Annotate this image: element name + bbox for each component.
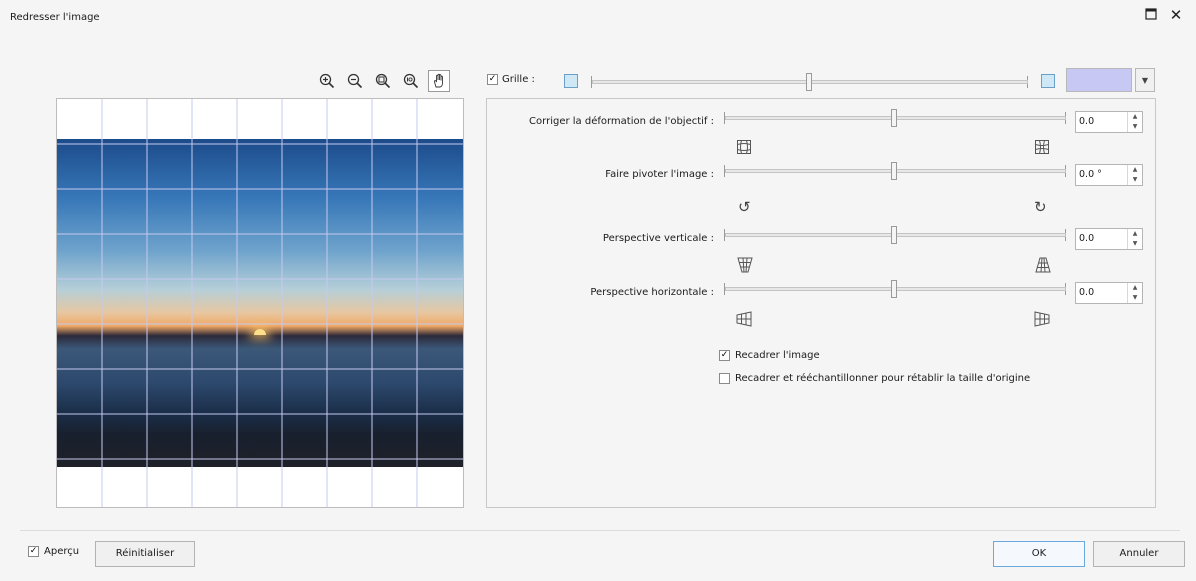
rotate-value[interactable]: 0.0 °	[1076, 165, 1127, 185]
rotate-slider-thumb[interactable]	[891, 162, 897, 180]
preview-toggle[interactable]: ✓ Aperçu	[28, 546, 79, 557]
grid-toggle[interactable]: ✓ Grille :	[487, 74, 535, 85]
crop-resample-checkbox[interactable]	[719, 373, 730, 384]
rotate-label: Faire pivoter l'image :	[605, 169, 714, 180]
perspective-horizontal-left-icon	[736, 311, 752, 330]
correction-panel	[486, 98, 1156, 508]
vertical-perspective-slider-thumb[interactable]	[891, 226, 897, 244]
rotate-left-icon: ↺	[738, 198, 751, 216]
rotate-right-icon: ↻	[1034, 198, 1047, 216]
ok-button[interactable]: OK	[993, 541, 1085, 567]
cancel-button[interactable]: Annuler	[1093, 541, 1185, 567]
horizontal-perspective-label: Perspective horizontale :	[590, 287, 714, 298]
perspective-vertical-left-icon	[737, 257, 753, 276]
crop-resample-option[interactable]: Recadrer et rééchantillonner pour rétabl…	[719, 373, 1030, 384]
lens-distortion-slider-thumb[interactable]	[891, 109, 897, 127]
lens-distortion-value[interactable]: 0.0	[1076, 112, 1127, 132]
vertical-perspective-label: Perspective verticale :	[602, 233, 714, 244]
horizontal-perspective-slider-thumb[interactable]	[891, 280, 897, 298]
spin-up-icon[interactable]: ▲	[1128, 229, 1142, 239]
horizontal-perspective-value[interactable]: 0.0	[1076, 283, 1127, 303]
close-icon[interactable]: ✕	[1167, 6, 1185, 24]
spin-up-icon[interactable]: ▲	[1128, 165, 1142, 175]
spin-down-icon[interactable]: ▼	[1128, 239, 1142, 249]
zoom-toolbar	[316, 70, 450, 94]
spin-up-icon[interactable]: ▲	[1128, 283, 1142, 293]
barrel-distortion-icon	[737, 140, 751, 157]
maximize-icon[interactable]	[1142, 6, 1160, 24]
vertical-perspective-value[interactable]: 0.0	[1076, 229, 1127, 249]
zoom-fit-icon[interactable]	[372, 70, 394, 92]
zoom-in-icon[interactable]	[316, 70, 338, 92]
grid-size-slider-thumb[interactable]	[806, 73, 812, 91]
preview-label: Aperçu	[44, 546, 80, 557]
pincushion-distortion-icon	[1035, 140, 1049, 157]
dialog-title: Redresser l'image	[10, 12, 100, 23]
footer-separator	[20, 530, 1180, 531]
crop-resample-label: Recadrer et rééchantillonner pour rétabl…	[735, 373, 1031, 384]
grid-checkbox[interactable]: ✓	[487, 74, 498, 85]
horizontal-perspective-spinbox[interactable]: 0.0 ▲ ▼	[1075, 282, 1143, 304]
crop-checkbox[interactable]: ✓	[719, 350, 730, 361]
grid-color-swatch[interactable]	[1066, 68, 1132, 92]
spin-up-icon[interactable]: ▲	[1128, 112, 1142, 122]
lens-distortion-label: Corriger la déformation de l'objectif :	[529, 116, 714, 127]
crop-option[interactable]: ✓ Recadrer l'image	[719, 350, 820, 361]
zoom-out-icon[interactable]	[344, 70, 366, 92]
vertical-perspective-spinbox[interactable]: 0.0 ▲ ▼	[1075, 228, 1143, 250]
grid-overlay	[57, 99, 463, 507]
grid-label: Grille :	[502, 74, 535, 85]
hand-pan-icon[interactable]	[428, 70, 450, 92]
grid-dense-icon	[1041, 74, 1055, 88]
spin-down-icon[interactable]: ▼	[1128, 122, 1142, 132]
spin-down-icon[interactable]: ▼	[1128, 293, 1142, 303]
chevron-down-icon[interactable]: ▼	[1135, 68, 1155, 92]
lens-distortion-spinbox[interactable]: 0.0 ▲ ▼	[1075, 111, 1143, 133]
preview-checkbox[interactable]: ✓	[28, 546, 39, 557]
rotate-spinbox[interactable]: 0.0 ° ▲ ▼	[1075, 164, 1143, 186]
reset-button[interactable]: Réinitialiser	[95, 541, 195, 567]
zoom-100-icon[interactable]	[400, 70, 422, 92]
perspective-vertical-right-icon	[1035, 257, 1051, 276]
perspective-horizontal-right-icon	[1034, 311, 1050, 330]
crop-label: Recadrer l'image	[735, 350, 820, 361]
spin-down-icon[interactable]: ▼	[1128, 175, 1142, 185]
image-preview[interactable]	[56, 98, 464, 508]
grid-sparse-icon	[564, 74, 578, 88]
